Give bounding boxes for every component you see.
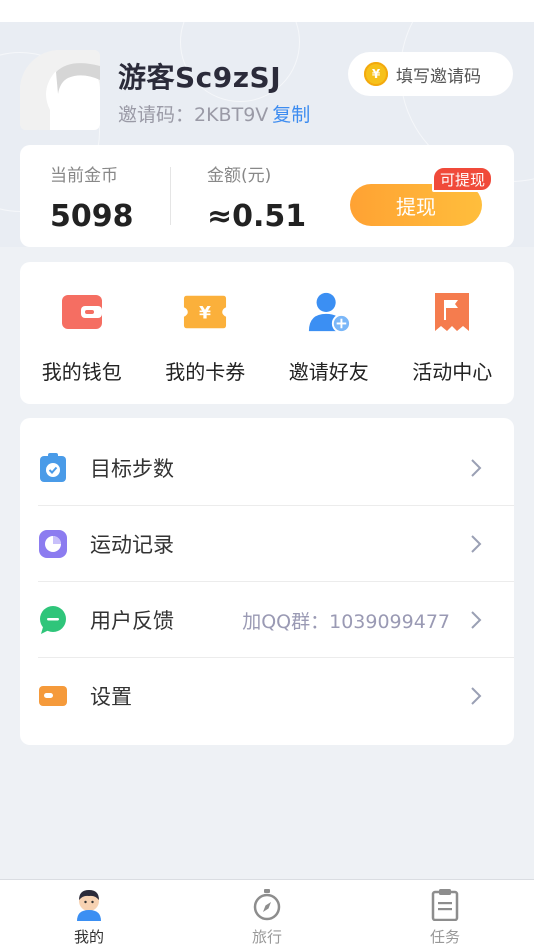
coupon-icon: ¥ <box>183 290 227 334</box>
fill-invite-code-label: 填写邀请码 <box>396 66 481 87</box>
menu-item-label: 设置 <box>90 685 132 709</box>
target-steps-icon <box>38 453 68 483</box>
coins-value: 5098 <box>50 199 134 234</box>
menu-item-feedback[interactable]: 用户反馈 加QQ群：1039099477 <box>20 582 514 658</box>
menu-item-label: 用户反馈 <box>90 609 174 633</box>
tab-travel[interactable]: 旅行 <box>178 880 356 950</box>
balance-divider <box>170 167 171 225</box>
tab-label: 任务 <box>429 928 460 946</box>
menu-item-exercise-record[interactable]: 运动记录 <box>20 506 514 582</box>
bottom-tab-bar: 我的 旅行 任务 <box>0 879 534 950</box>
invite-friend-icon <box>307 290 351 334</box>
quick-action-label: 我的卡券 <box>165 360 246 384</box>
invite-code-line: 邀请码：2KBT9V 复制 <box>118 100 310 127</box>
invite-code: 邀请码：2KBT9V <box>118 104 269 126</box>
status-bar <box>0 0 534 22</box>
profile-avatar-icon <box>72 888 106 922</box>
menu-item-settings[interactable]: 设置 <box>20 658 514 734</box>
feedback-icon <box>38 605 68 635</box>
chevron-right-icon <box>470 458 482 482</box>
menu-item-label: 目标步数 <box>90 457 174 481</box>
amount-label: 金额(元) <box>207 166 272 186</box>
task-list-icon <box>428 888 462 922</box>
qq-group-info: 加QQ群：1039099477 <box>242 610 450 633</box>
balance-card: 当前金币 5098 金额(元) ≈0.51 提现 可提现 <box>20 145 514 247</box>
compass-icon <box>250 888 284 922</box>
coin-icon: ¥ <box>364 62 388 86</box>
exercise-record-icon <box>38 529 68 559</box>
tab-label: 旅行 <box>251 928 282 946</box>
withdrawable-badge: 可提现 <box>432 166 494 192</box>
quick-action-activity-center[interactable]: 活动中心 <box>391 262 515 404</box>
quick-actions-card: 我的钱包 ¥ 我的卡券 邀请好友 活动中心 <box>20 262 514 404</box>
coins-label: 当前金币 <box>50 166 118 186</box>
quick-action-label: 邀请好友 <box>288 360 369 384</box>
tab-tasks[interactable]: 任务 <box>356 880 534 950</box>
chevron-right-icon <box>470 610 482 634</box>
tab-label: 我的 <box>73 928 104 946</box>
quick-action-label: 活动中心 <box>412 360 493 384</box>
quick-action-wallet[interactable]: 我的钱包 <box>20 262 144 404</box>
menu-item-label: 运动记录 <box>90 533 174 557</box>
chevron-right-icon <box>470 534 482 558</box>
tab-mine[interactable]: 我的 <box>0 880 178 950</box>
quick-action-invite-friends[interactable]: 邀请好友 <box>267 262 391 404</box>
chevron-right-icon <box>470 686 482 710</box>
activity-flag-icon <box>430 290 474 334</box>
fill-invite-code-button[interactable]: ¥ 填写邀请码 <box>348 52 513 96</box>
svg-text:¥: ¥ <box>199 304 211 324</box>
avatar[interactable] <box>20 50 100 130</box>
menu-card: 目标步数 运动记录 用户反馈 加QQ群：1039099477 设置 <box>20 418 514 745</box>
quick-action-label: 我的钱包 <box>41 360 122 384</box>
amount-value: ≈0.51 <box>207 199 307 234</box>
username: 游客Sc9zSJ <box>118 61 282 94</box>
menu-item-target-steps[interactable]: 目标步数 <box>20 430 514 506</box>
copy-invite-code-link[interactable]: 复制 <box>272 104 310 126</box>
settings-toggle-icon <box>38 681 68 711</box>
wallet-icon <box>60 290 104 334</box>
quick-action-coupons[interactable]: ¥ 我的卡券 <box>144 262 268 404</box>
